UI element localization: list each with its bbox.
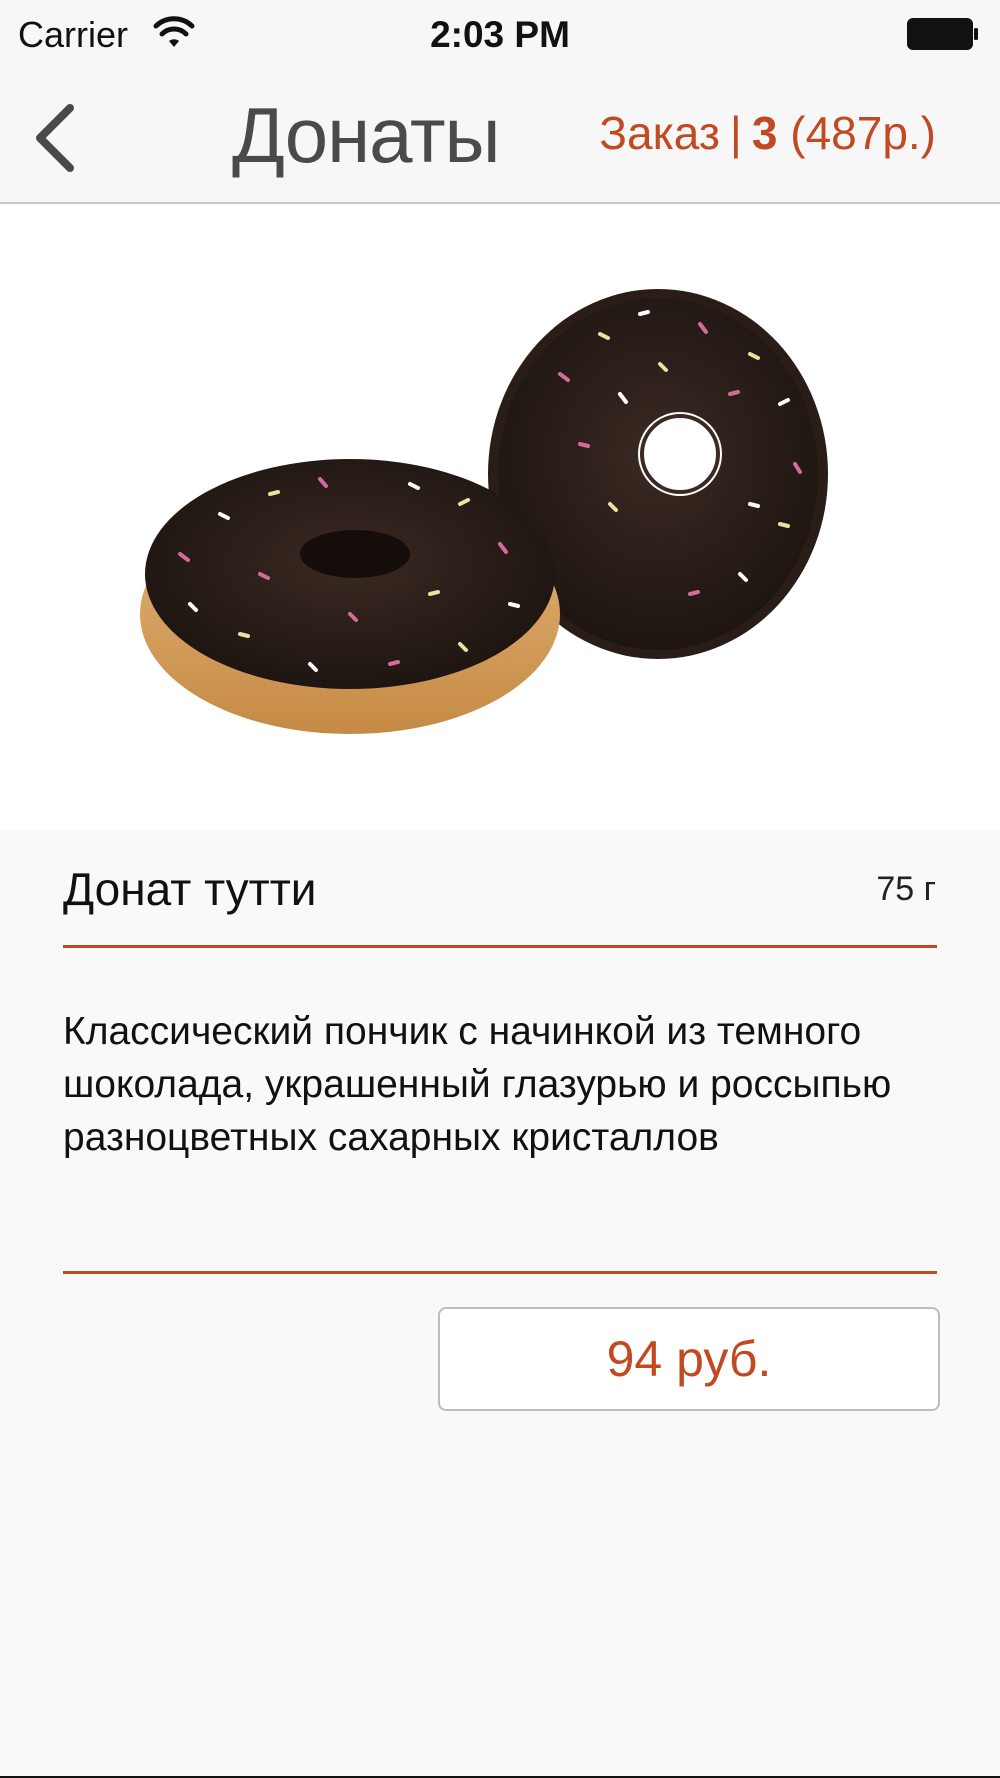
product-image-area — [0, 204, 1000, 830]
clock: 2:03 PM — [430, 14, 570, 55]
divider — [63, 1271, 937, 1274]
price-button[interactable]: 94 руб. — [438, 1307, 940, 1411]
donut-lying — [140, 459, 560, 734]
back-button[interactable] — [28, 98, 88, 178]
product-description: Классический пончик с начинкой из темног… — [63, 1010, 892, 1159]
divider — [63, 945, 937, 948]
order-count: 3 — [751, 107, 778, 159]
navigation-bar: Донаты Заказ | 3 (487р.) — [0, 70, 1000, 204]
order-separator: | — [729, 107, 742, 159]
order-total: (487р.) — [790, 107, 936, 159]
chevron-left-icon — [36, 104, 74, 172]
page-title: Донаты — [232, 91, 501, 179]
product-name: Донат тутти — [63, 863, 317, 915]
product-image — [140, 289, 828, 734]
order-label: Заказ — [599, 107, 720, 159]
order-summary-button[interactable]: Заказ | 3 (487р.) — [599, 106, 936, 160]
status-bar: Carrier 2:03 PM — [0, 0, 1000, 70]
product-weight: 75 г — [876, 870, 936, 908]
battery-icon — [907, 18, 978, 50]
